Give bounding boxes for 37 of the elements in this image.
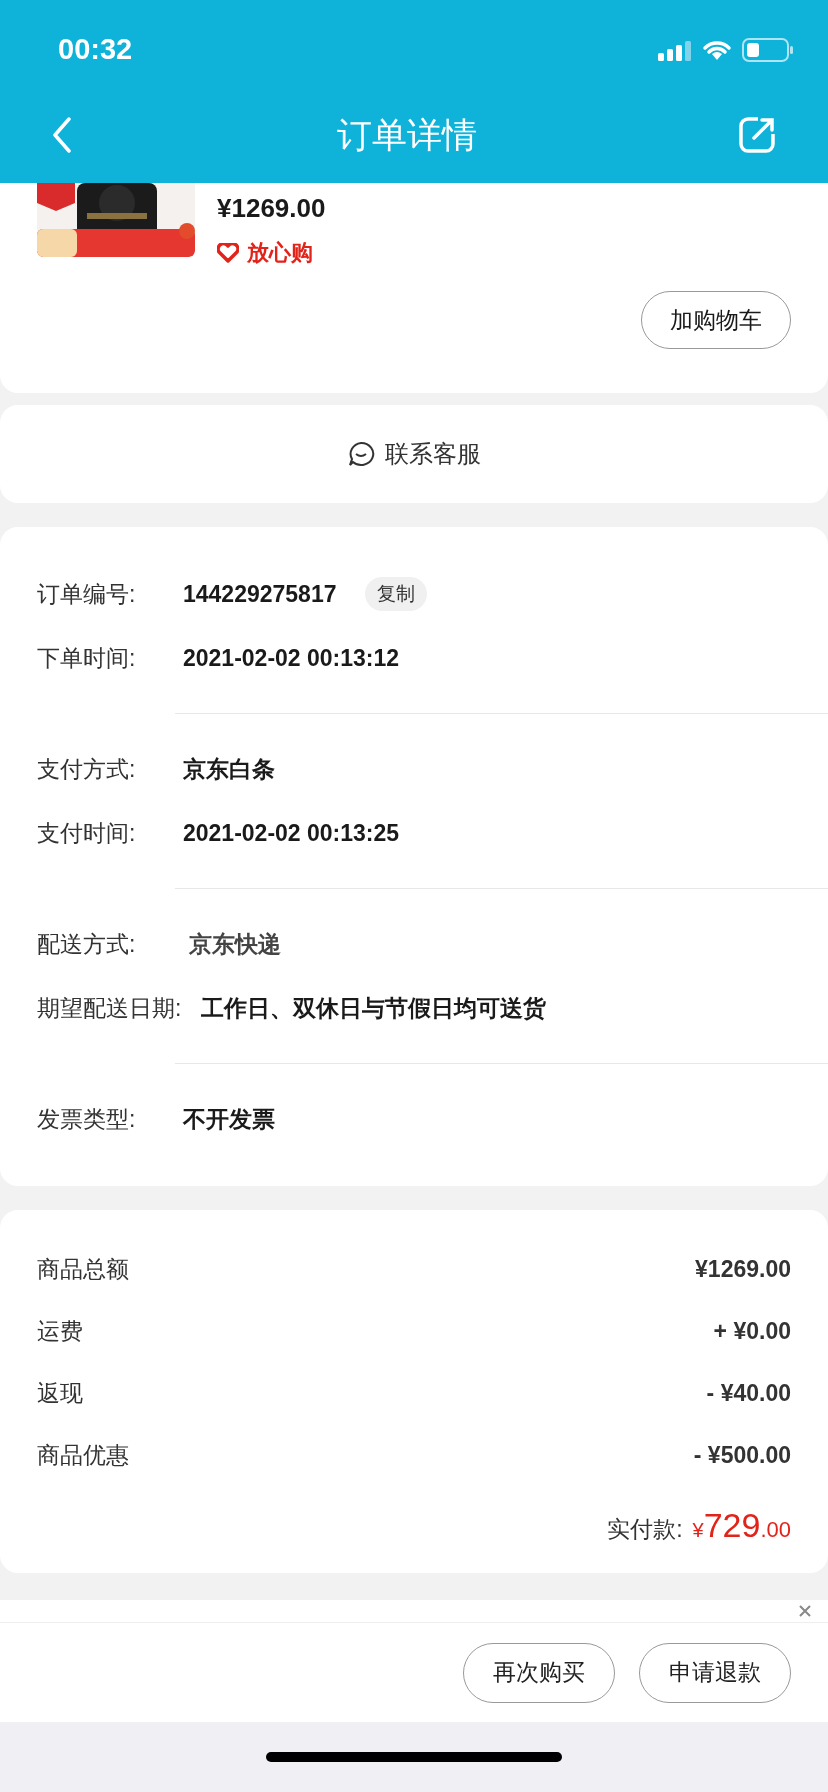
battery-icon	[742, 37, 794, 62]
cost-value: + ¥0.00	[713, 1316, 791, 1346]
info-value: 2021-02-02 00:13:25	[183, 818, 400, 848]
total-amount: ¥729.00	[692, 1505, 791, 1546]
info-label: 订单编号:	[37, 579, 137, 609]
cost-value: - ¥40.00	[706, 1378, 791, 1408]
info-label: 下单时间:	[37, 643, 137, 673]
info-value: 京东白条	[183, 754, 275, 784]
info-label: 支付时间:	[37, 818, 137, 848]
share-button[interactable]	[738, 116, 776, 154]
info-label: 期望配送日期:	[37, 993, 183, 1023]
product-price: ¥1269.00	[217, 192, 326, 225]
copy-button[interactable]: 复制	[364, 577, 427, 611]
cost-value: ¥1269.00	[695, 1254, 791, 1284]
cost-value: - ¥500.00	[693, 1440, 791, 1470]
wifi-icon	[702, 38, 732, 61]
info-value: 不开发票	[183, 1104, 275, 1134]
total-label: 实付款:	[607, 1515, 683, 1544]
cost-label: 商品优惠	[37, 1440, 129, 1470]
info-value: 144229275817	[183, 579, 337, 609]
status-time: 00:32	[58, 31, 133, 67]
info-value: 京东快递	[189, 929, 281, 959]
cost-label: 返现	[37, 1378, 83, 1408]
close-icon[interactable]	[798, 1604, 812, 1618]
chat-icon	[347, 441, 375, 467]
heart-icon	[217, 242, 239, 263]
page-title: 订单详情	[337, 113, 477, 156]
signal-icon	[658, 38, 692, 61]
customer-service-button[interactable]: 联系客服	[0, 405, 828, 503]
info-value: 2021-02-02 00:13:12	[183, 643, 400, 673]
info-label: 支付方式:	[37, 754, 137, 784]
info-label: 发票类型:	[37, 1104, 137, 1134]
cost-label: 商品总额	[37, 1254, 129, 1284]
info-label: 配送方式:	[37, 929, 137, 959]
info-value: 工作日、双休日与节假日均可送货	[201, 993, 547, 1023]
cost-label: 运费	[37, 1316, 83, 1346]
guarantee-label: 放心购	[247, 239, 313, 267]
